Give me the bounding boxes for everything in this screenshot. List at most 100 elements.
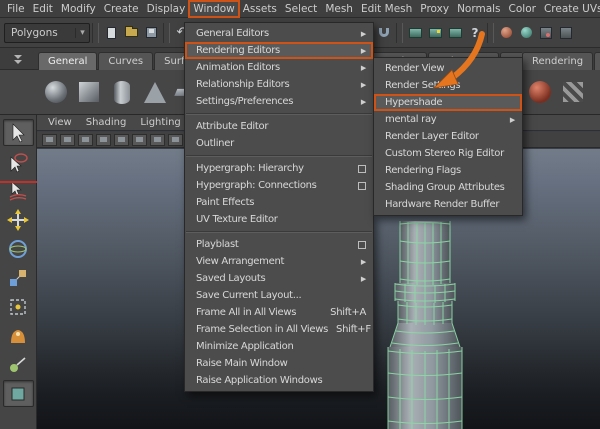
image-plane-icon[interactable] <box>78 133 93 146</box>
shelf-tab-rendering[interactable]: Rendering <box>522 52 594 70</box>
rotate-tool-button[interactable] <box>3 235 34 262</box>
ipr-render-button[interactable] <box>425 23 445 43</box>
polygon-cube-button[interactable] <box>73 74 104 110</box>
show-manipulator-button[interactable] <box>3 351 34 378</box>
menu-item-hypergraph-connections[interactable]: Hypergraph: Connections <box>185 177 373 194</box>
menu-item-save-current-layout[interactable]: Save Current Layout... <box>185 287 373 304</box>
menubar-item-modify[interactable]: Modify <box>57 1 100 17</box>
menubar-item-assets[interactable]: Assets <box>239 1 281 17</box>
panel-menu-view[interactable]: View <box>42 117 78 128</box>
new-scene-button[interactable] <box>101 23 121 43</box>
menu-item-rendering-editors[interactable]: Rendering Editors ▶ <box>185 42 373 59</box>
film-gate-icon[interactable] <box>114 133 129 146</box>
menubar-item-edit-mesh[interactable]: Edit Mesh <box>357 1 416 17</box>
menu-item-attribute-editor[interactable]: Attribute Editor <box>185 118 373 135</box>
submenu-item-hardware-render-buffer[interactable]: Hardware Render Buffer <box>374 196 522 213</box>
gate-mask-icon[interactable] <box>150 133 165 146</box>
option-box-icon[interactable] <box>358 164 366 173</box>
menu-item-hypergraph-hierarchy[interactable]: Hypergraph: Hierarchy <box>185 160 373 177</box>
menubar-item-normals[interactable]: Normals <box>453 1 504 17</box>
render-view-button[interactable] <box>405 23 425 43</box>
submenu-item-hypershade[interactable]: Hypershade <box>374 94 522 111</box>
menu-item-animation-editors[interactable]: Animation Editors ▶ <box>185 59 373 76</box>
safe-action-icon[interactable] <box>168 133 183 146</box>
shelf-tabs-right: Rendering PaintEffects <box>522 52 600 70</box>
last-tool-button[interactable] <box>2 380 34 407</box>
lasso-tool-button[interactable] <box>3 148 34 175</box>
resolution-gate-icon[interactable] <box>132 133 147 146</box>
camera-attrs-icon[interactable] <box>42 133 57 146</box>
menu-item-paint-effects[interactable]: Paint Effects <box>185 194 373 211</box>
shelf-tab-general[interactable]: General <box>38 52 98 70</box>
menubar-item-file[interactable]: File <box>3 1 29 17</box>
submenu-arrow-icon: ▶ <box>360 80 366 89</box>
menu-item-playblast[interactable]: Playblast <box>185 236 373 253</box>
select-tool-button[interactable] <box>2 119 34 146</box>
toon-shader-button[interactable] <box>516 23 536 43</box>
scale-tool-button[interactable] <box>3 264 34 291</box>
open-scene-button[interactable] <box>121 23 141 43</box>
submenu-item-rendering-flags[interactable]: Rendering Flags <box>374 162 522 179</box>
shader-ball-button[interactable] <box>524 74 555 110</box>
menu-item-label: Hypergraph: Hierarchy <box>196 163 304 174</box>
menu-item-relationship-editors[interactable]: Relationship Editors ▶ <box>185 76 373 93</box>
hypershade-toolbar-button[interactable] <box>536 23 556 43</box>
menu-item-view-arrangement[interactable]: View Arrangement ▶ <box>185 253 373 270</box>
menu-item-outliner[interactable]: Outliner <box>185 135 373 152</box>
menubar-item-mesh[interactable]: Mesh <box>321 1 357 17</box>
menu-item-general-editors[interactable]: General Editors ▶ <box>185 25 373 42</box>
menuset-dropdown[interactable]: Polygons ▾ <box>4 22 90 43</box>
menubar-item-edit[interactable]: Edit <box>29 1 57 17</box>
soft-modification-tool-button[interactable] <box>3 322 34 349</box>
panel-menu-shading[interactable]: Shading <box>80 117 133 128</box>
option-box-icon[interactable] <box>358 240 366 249</box>
polygon-sphere-button[interactable] <box>40 74 71 110</box>
menu-item-minimize-application[interactable]: Minimize Application <box>185 338 373 355</box>
submenu-item-render-settings[interactable]: Render Settings <box>374 77 522 94</box>
outliner-toolbar-button[interactable] <box>556 23 576 43</box>
bookmark-icon[interactable] <box>60 133 75 146</box>
shelf-tab-painteffects[interactable]: PaintEffects <box>594 52 600 70</box>
menubar-item-select[interactable]: Select <box>281 1 321 17</box>
paint-effects-button[interactable] <box>496 23 516 43</box>
cone-icon <box>143 81 166 103</box>
polygon-cylinder-button[interactable] <box>106 74 137 110</box>
paint-select-tool-button[interactable] <box>3 177 34 204</box>
checker-texture-button[interactable] <box>557 74 588 110</box>
submenu-item-custom-stereo-rig-editor[interactable]: Custom Stereo Rig Editor <box>374 145 522 162</box>
menu-item-label: Saved Layouts <box>196 273 266 284</box>
submenu-item-render-view[interactable]: Render View <box>374 60 522 77</box>
menu-item-raise-main-window[interactable]: Raise Main Window <box>185 355 373 372</box>
render-settings-button[interactable] <box>445 23 465 43</box>
menubar-item-window[interactable]: Window <box>188 0 240 18</box>
menubar-item-create-uvs[interactable]: Create UVs <box>540 1 600 17</box>
grid-toggle-icon[interactable] <box>96 133 111 146</box>
menubar-item-proxy[interactable]: Proxy <box>416 1 453 17</box>
move-tool-button[interactable] <box>3 206 34 233</box>
menu-item-label: Render View <box>385 63 445 74</box>
menu-item-frame-all-in-all-views[interactable]: Frame All in All Views Shift+A <box>185 304 373 321</box>
shelf-tab-curves[interactable]: Curves <box>98 52 154 70</box>
submenu-item-render-layer-editor[interactable]: Render Layer Editor <box>374 128 522 145</box>
universal-manipulator-button[interactable] <box>3 293 34 320</box>
shelf-tab-selector[interactable] <box>2 51 34 67</box>
show-manipulator-icon <box>10 356 26 372</box>
cylinder-column-object[interactable] <box>374 221 470 429</box>
snap-to-plane-button[interactable] <box>374 23 394 43</box>
polygon-cone-button[interactable] <box>139 74 170 110</box>
menubar-item-color[interactable]: Color <box>505 1 540 17</box>
help-button[interactable]: ? <box>465 23 485 43</box>
submenu-item-mental-ray[interactable]: mental ray ▶ <box>374 111 522 128</box>
menubar-item-display[interactable]: Display <box>143 1 190 17</box>
menu-item-frame-selection-in-all-views[interactable]: Frame Selection in All Views Shift+F <box>185 321 373 338</box>
menu-item-raise-application-windows[interactable]: Raise Application Windows <box>185 372 373 389</box>
menu-item-uv-texture-editor[interactable]: UV Texture Editor <box>185 211 373 228</box>
option-box-icon[interactable] <box>358 181 366 190</box>
submenu-item-shading-group-attributes[interactable]: Shading Group Attributes <box>374 179 522 196</box>
panel-menu-lighting[interactable]: Lighting <box>134 117 186 128</box>
menu-item-settings-preferences[interactable]: Settings/Preferences ▶ <box>185 93 373 110</box>
menubar-item-create[interactable]: Create <box>100 1 143 17</box>
menu-item-saved-layouts[interactable]: Saved Layouts ▶ <box>185 270 373 287</box>
render-view-icon <box>408 27 422 38</box>
save-scene-button[interactable] <box>141 23 161 43</box>
